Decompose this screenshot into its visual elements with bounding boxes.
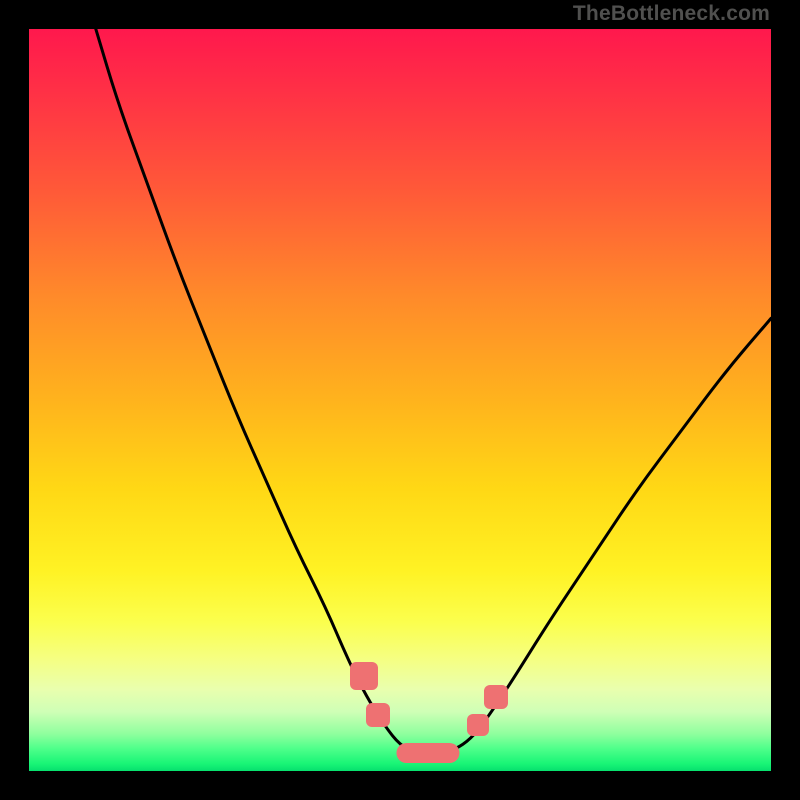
marker-right-outer xyxy=(484,685,508,709)
marker-left-inner xyxy=(366,703,390,727)
chart-frame: TheBottleneck.com xyxy=(0,0,800,800)
marker-right-inner xyxy=(467,714,489,736)
marker-left-outer xyxy=(350,662,378,690)
marker-bottom-row xyxy=(396,743,459,763)
bottleneck-curve xyxy=(29,29,771,771)
attribution-watermark: TheBottleneck.com xyxy=(573,2,770,26)
plot-area xyxy=(29,29,771,771)
